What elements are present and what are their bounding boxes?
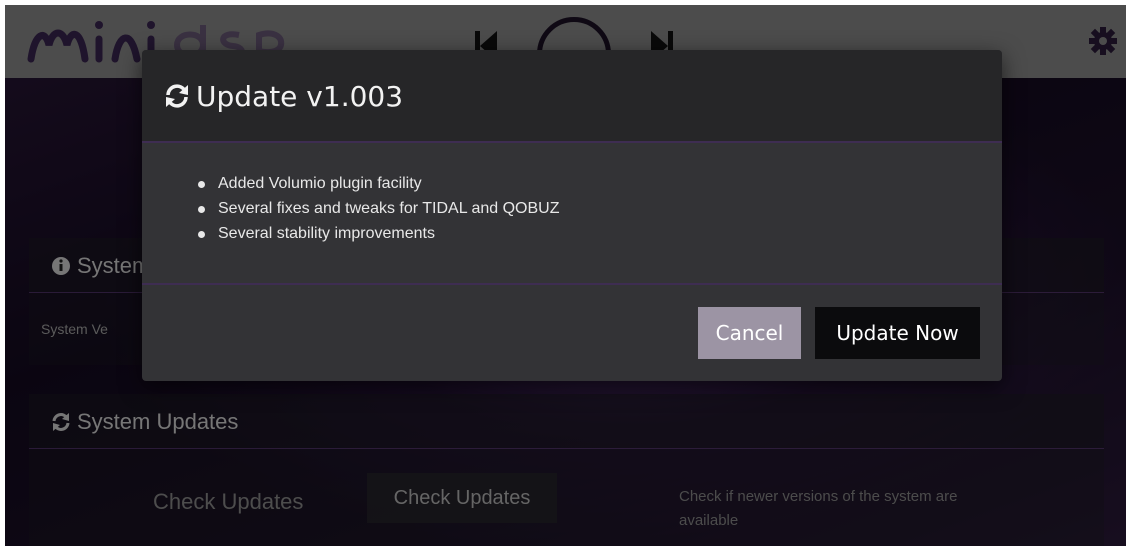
dialog-header: Update v1.003 [142, 50, 1002, 143]
list-item: Several fixes and tweaks for TIDAL and Q… [198, 196, 559, 221]
dialog-footer: Cancel Update Now [142, 287, 1002, 381]
refresh-icon [164, 83, 190, 109]
list-item: Added Volumio plugin facility [198, 171, 559, 196]
list-item: Several stability improvements [198, 221, 559, 246]
dialog-title-text: Update v1.003 [196, 80, 404, 113]
cancel-button[interactable]: Cancel [698, 307, 801, 359]
dialog-title: Update v1.003 [164, 80, 403, 113]
update-dialog: Update v1.003 Added Volumio plugin facil… [142, 50, 1002, 381]
changelog-list: Added Volumio plugin facility Several fi… [198, 171, 559, 246]
update-now-button[interactable]: Update Now [815, 307, 980, 359]
dialog-body: Added Volumio plugin facility Several fi… [142, 145, 1002, 285]
